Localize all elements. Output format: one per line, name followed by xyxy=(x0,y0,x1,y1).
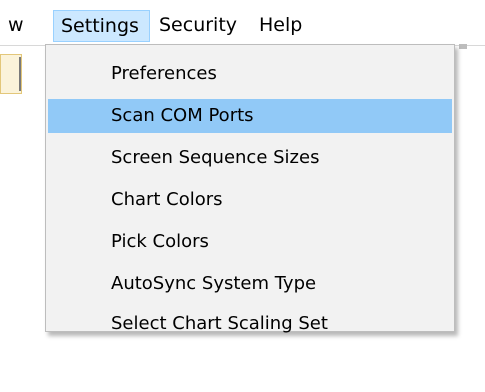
menu-help[interactable]: Help xyxy=(255,10,306,42)
menu-settings[interactable]: Settings xyxy=(53,10,150,42)
menu-security[interactable]: Security xyxy=(155,10,241,42)
menu-item-scan-com-ports[interactable]: Scan COM Ports xyxy=(48,99,452,133)
menu-item-preferences[interactable]: Preferences xyxy=(48,57,452,91)
menu-item-screen-sequence-sizes[interactable]: Screen Sequence Sizes xyxy=(48,141,452,175)
menu-bar: w Settings Security Help xyxy=(0,0,485,44)
menu-item-autosync-system-type[interactable]: AutoSync System Type xyxy=(48,267,452,301)
menu-item-pick-colors[interactable]: Pick Colors xyxy=(48,225,452,259)
menu-item-chart-colors[interactable]: Chart Colors xyxy=(48,183,452,217)
menu-view-partial[interactable]: w xyxy=(6,10,26,42)
background-control-edge xyxy=(459,44,467,49)
settings-dropdown-menu: Preferences Scan COM Ports Screen Sequen… xyxy=(45,44,455,334)
menu-item-select-chart-scaling-set[interactable]: Select Chart Scaling Set xyxy=(48,307,452,341)
background-input-field[interactable] xyxy=(0,54,22,94)
